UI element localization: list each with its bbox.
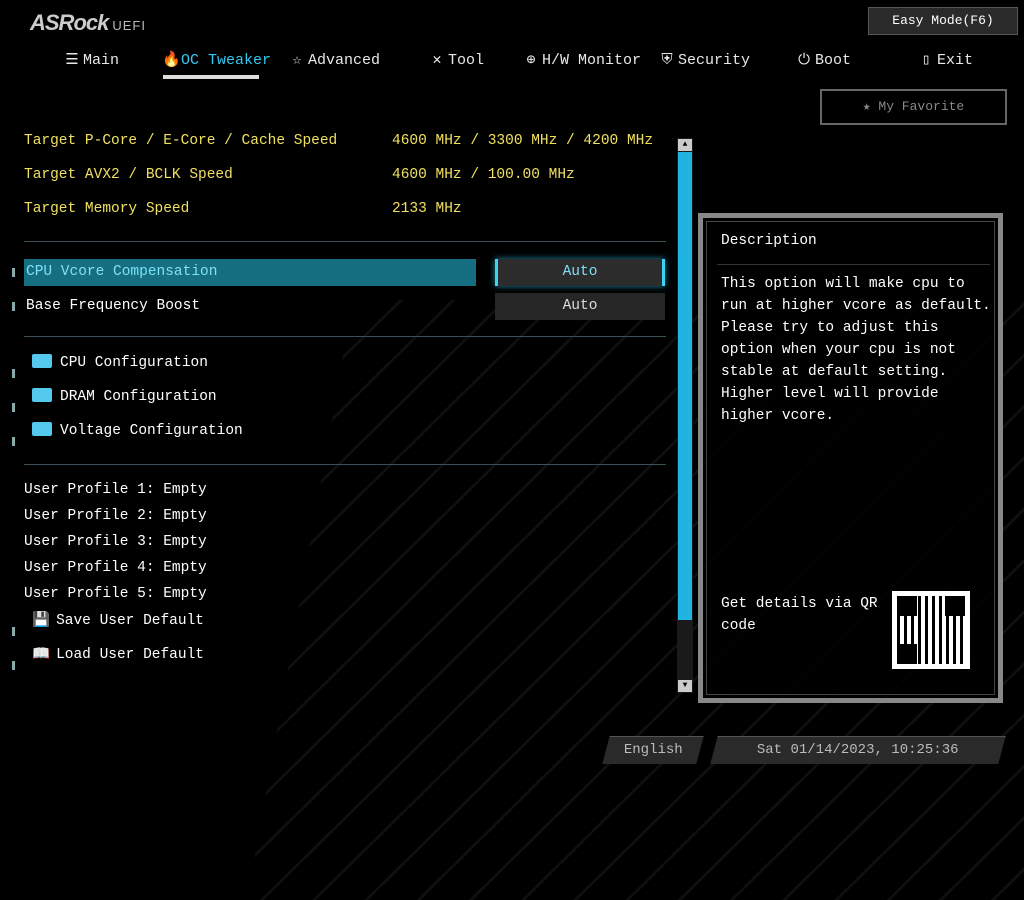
- divider: [24, 336, 666, 337]
- load-user-default[interactable]: 📖 Load User Default: [32, 643, 204, 667]
- rocket-icon: 🔥: [162, 52, 181, 69]
- qr-code: [892, 591, 970, 669]
- asrock-logo: ASRock UEFI: [30, 10, 146, 35]
- folder-icon: [32, 354, 52, 368]
- item-marker: [12, 627, 15, 636]
- star-icon: ☆: [292, 52, 302, 69]
- user-profile-1: User Profile 1: Empty: [24, 482, 207, 498]
- book-icon: 📖: [32, 647, 51, 663]
- cpu-vcore-compensation-dropdown[interactable]: Auto: [495, 259, 665, 286]
- description-title: Description: [721, 233, 817, 249]
- submenu-voltage-configuration[interactable]: Voltage Configuration: [32, 419, 243, 443]
- tools-icon: ✕: [432, 52, 442, 69]
- tab-hw-monitor[interactable]: ⊕ H/W Monitor: [523, 50, 641, 72]
- divider: [24, 464, 666, 465]
- setting-cpu-vcore-compensation[interactable]: CPU Vcore Compensation: [26, 260, 217, 284]
- folder-icon: [32, 388, 52, 402]
- description-text: This option will make cpu to run at high…: [721, 276, 991, 424]
- datetime-display: Sat 01/14/2023, 10:25:36: [710, 736, 1006, 764]
- qr-caption: Get details via QR code: [721, 596, 878, 634]
- user-profile-2: User Profile 2: Empty: [24, 508, 207, 524]
- info-row: Target AVX2 / BCLK Speed 4600 MHz / 100.0…: [24, 167, 575, 183]
- my-favorite-button[interactable]: ★ My Favorite: [820, 89, 1007, 125]
- tab-tool[interactable]: ✕ Tool: [429, 50, 484, 72]
- tab-security[interactable]: ⛨ Security: [659, 50, 750, 72]
- item-marker: [12, 661, 15, 670]
- info-row: Target P-Core / E-Core / Cache Speed 4600…: [24, 133, 654, 149]
- tab-boot[interactable]: ⏻ Boot: [796, 50, 851, 72]
- submenu-cpu-configuration[interactable]: CPU Configuration: [32, 351, 208, 375]
- item-marker: [12, 302, 15, 311]
- tab-advanced[interactable]: ☆ Advanced: [289, 50, 380, 72]
- item-marker: [12, 403, 15, 412]
- scrollbar-thumb[interactable]: [678, 152, 692, 620]
- folder-icon: [32, 422, 52, 436]
- language-button[interactable]: English: [602, 736, 704, 764]
- setting-base-frequency-boost[interactable]: Base Frequency Boost: [26, 294, 200, 318]
- shield-icon: ⛨: [661, 52, 673, 69]
- user-profile-5: User Profile 5: Empty: [24, 586, 207, 602]
- active-tab-indicator: [163, 75, 259, 79]
- user-profile-4: User Profile 4: Empty: [24, 560, 207, 576]
- list-icon: ☰: [65, 52, 79, 69]
- exit-icon: ▯: [921, 52, 931, 69]
- monitor-icon: ⊕: [526, 52, 536, 69]
- tab-exit[interactable]: ▯ Exit: [918, 50, 973, 72]
- user-profile-3: User Profile 3: Empty: [24, 534, 207, 550]
- info-row: Target Memory Speed 2133 MHz: [24, 201, 462, 217]
- item-marker: [12, 268, 15, 277]
- easy-mode-button[interactable]: Easy Mode(F6): [868, 7, 1018, 35]
- item-marker: [12, 437, 15, 446]
- save-icon: 💾: [32, 613, 51, 629]
- item-marker: [12, 369, 15, 378]
- tab-main[interactable]: ☰ Main: [64, 50, 119, 72]
- power-icon: ⏻: [798, 52, 810, 69]
- description-panel: Description This option will make cpu to…: [698, 213, 1003, 703]
- divider: [24, 241, 666, 242]
- save-user-default[interactable]: 💾 Save User Default: [32, 609, 204, 633]
- scrollbar[interactable]: ▲ ▼: [677, 138, 693, 693]
- scroll-down-icon[interactable]: ▼: [678, 680, 692, 692]
- submenu-dram-configuration[interactable]: DRAM Configuration: [32, 385, 217, 409]
- base-frequency-boost-dropdown[interactable]: Auto: [495, 293, 665, 320]
- star-icon: ★: [862, 99, 879, 114]
- tab-oc-tweaker[interactable]: 🔥OC Tweaker: [162, 50, 271, 72]
- scroll-up-icon[interactable]: ▲: [678, 139, 692, 151]
